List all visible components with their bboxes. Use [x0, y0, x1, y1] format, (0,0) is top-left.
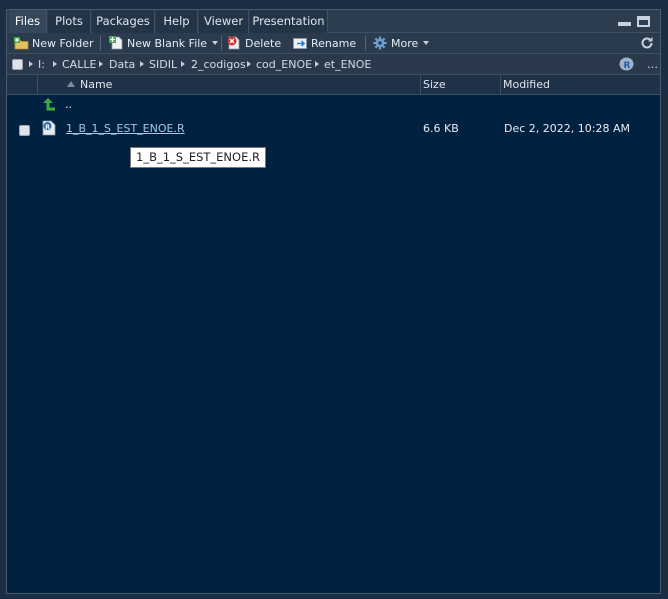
- file-size: 6.6 KB: [423, 122, 459, 135]
- column-modified[interactable]: Modified: [500, 75, 660, 95]
- more-button[interactable]: More: [373, 33, 430, 54]
- chevron-right-icon: [315, 61, 320, 68]
- file-name-link[interactable]: 1_B_1_S_EST_ENOE.R: [66, 118, 185, 140]
- chevron-right-icon: [53, 61, 58, 68]
- tab-packages[interactable]: Packages: [92, 10, 155, 33]
- maximize-icon[interactable]: [637, 16, 650, 27]
- file-modified: Dec 2, 2022, 10:28 AM: [504, 122, 630, 135]
- gear-icon: [373, 36, 387, 50]
- toolbar-divider: [221, 36, 222, 51]
- chevron-down-icon: [423, 41, 430, 45]
- files-pane: Files Plots Packages Help Viewer Present…: [6, 9, 661, 594]
- r-file-icon: R: [42, 120, 56, 139]
- chevron-right-icon: [99, 61, 104, 68]
- minimize-icon[interactable]: [617, 16, 631, 27]
- new-blank-file-button[interactable]: New Blank File: [109, 33, 219, 54]
- chevron-right-icon: [140, 61, 145, 68]
- more-path-button[interactable]: …: [647, 54, 658, 75]
- chevron-right-icon: [181, 61, 186, 68]
- new-folder-icon: [14, 36, 29, 50]
- toolbar-divider: [365, 36, 366, 51]
- tab-help[interactable]: Help: [156, 10, 198, 33]
- new-file-icon: [109, 36, 123, 50]
- delete-label: Delete: [245, 37, 282, 50]
- new-blank-file-label: New Blank File: [127, 37, 208, 50]
- file-table-header: Name Size Modified: [7, 75, 660, 95]
- breadcrumb: I: CALLE Data SIDIL 2_codigos cod_ENOE e…: [7, 54, 660, 75]
- tab-plots[interactable]: Plots: [48, 10, 91, 33]
- breadcrumb-item[interactable]: I:: [38, 54, 45, 75]
- refresh-button[interactable]: [640, 33, 654, 54]
- select-all-checkbox[interactable]: [12, 59, 23, 70]
- chevron-down-icon: [212, 41, 219, 45]
- breadcrumb-item[interactable]: CALLE: [62, 54, 96, 75]
- files-toolbar: New Folder New Blank File Delete Rename …: [7, 33, 660, 54]
- breadcrumb-item[interactable]: et_ENOE: [324, 54, 371, 75]
- svg-text:R: R: [45, 124, 50, 131]
- parent-dir-label: ..: [65, 98, 72, 111]
- rename-label: Rename: [311, 37, 357, 50]
- delete-icon: [227, 36, 241, 50]
- parent-dir-row[interactable]: ..: [7, 94, 660, 116]
- window-controls: [615, 16, 650, 28]
- breadcrumb-item[interactable]: cod_ENOE: [256, 54, 312, 75]
- refresh-icon: [640, 36, 654, 49]
- toolbar-divider: [100, 36, 101, 51]
- column-name-label: Name: [80, 78, 113, 91]
- more-label: More: [391, 37, 419, 50]
- new-folder-label: New Folder: [32, 37, 94, 50]
- rename-icon: [293, 36, 307, 49]
- tooltip: 1_B_1_S_EST_ENOE.R: [130, 147, 266, 168]
- column-size[interactable]: Size: [420, 75, 500, 95]
- table-row[interactable]: R 1_B_1_S_EST_ENOE.R 6.6 KB Dec 2, 2022,…: [7, 118, 660, 140]
- rename-button[interactable]: Rename: [293, 33, 356, 54]
- tab-presentation[interactable]: Presentation: [250, 10, 328, 33]
- sort-ascending-icon: [67, 81, 75, 87]
- new-folder-button[interactable]: New Folder: [14, 33, 93, 54]
- breadcrumb-item[interactable]: SIDIL: [149, 54, 177, 75]
- chevron-right-icon: [29, 61, 34, 68]
- chevron-right-icon: [247, 61, 252, 68]
- column-name[interactable]: Name: [37, 75, 420, 95]
- delete-button[interactable]: Delete: [227, 33, 281, 54]
- svg-text:R: R: [624, 61, 631, 71]
- up-arrow-icon: [43, 98, 57, 115]
- row-checkbox[interactable]: [19, 125, 30, 136]
- tab-files[interactable]: Files: [9, 10, 47, 33]
- breadcrumb-item[interactable]: 2_codigos: [191, 54, 246, 75]
- r-project-icon[interactable]: R: [619, 57, 634, 74]
- tab-bar: Files Plots Packages Help Viewer Present…: [7, 10, 660, 33]
- tab-viewer[interactable]: Viewer: [199, 10, 249, 33]
- breadcrumb-item[interactable]: Data: [109, 54, 135, 75]
